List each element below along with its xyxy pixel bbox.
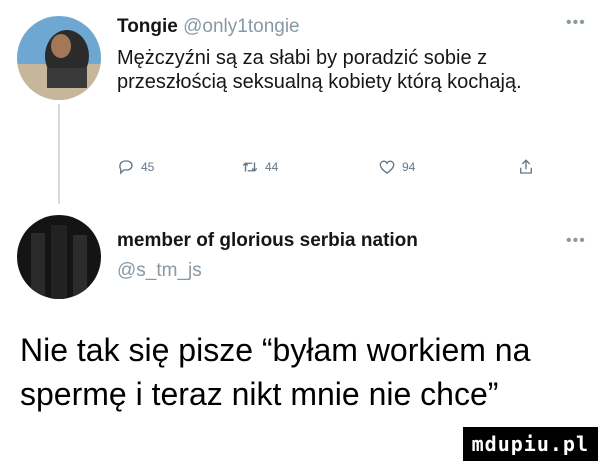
retweet-count: 44 — [265, 160, 279, 174]
more-options-icon[interactable]: ••• — [566, 232, 586, 250]
heart-icon — [379, 160, 395, 174]
more-options-icon[interactable]: ••• — [566, 14, 586, 32]
user-handle[interactable]: @only1tongie — [183, 16, 299, 37]
retweet-icon — [242, 162, 258, 172]
reply-button[interactable]: 45 — [117, 158, 154, 176]
thread-connector-line — [58, 104, 60, 204]
like-count: 94 — [402, 160, 416, 174]
reply-count: 45 — [141, 160, 155, 174]
watermark-logo: mdupiu.pl — [462, 427, 598, 461]
reply-handle[interactable]: @s_tm_js — [117, 260, 202, 282]
retweet-button[interactable]: 44 — [241, 158, 278, 176]
avatar-tongie[interactable] — [17, 16, 101, 100]
avatar-serbia-nation[interactable] — [17, 215, 101, 299]
share-button[interactable] — [517, 158, 535, 176]
reply-icon — [119, 160, 133, 175]
tweet-author[interactable]: Tongie @only1tongie — [117, 16, 300, 38]
share-icon — [520, 159, 532, 174]
reply-author[interactable]: member of glorious serbia nation — [117, 230, 418, 252]
tweet-text: Mężczyźni są za słabi by poradzić sobie … — [117, 47, 522, 93]
display-name[interactable]: Tongie — [117, 16, 178, 37]
caption-text: Nie tak się pisze “byłam workiem na sper… — [20, 332, 531, 412]
like-button[interactable]: 94 — [378, 158, 415, 176]
